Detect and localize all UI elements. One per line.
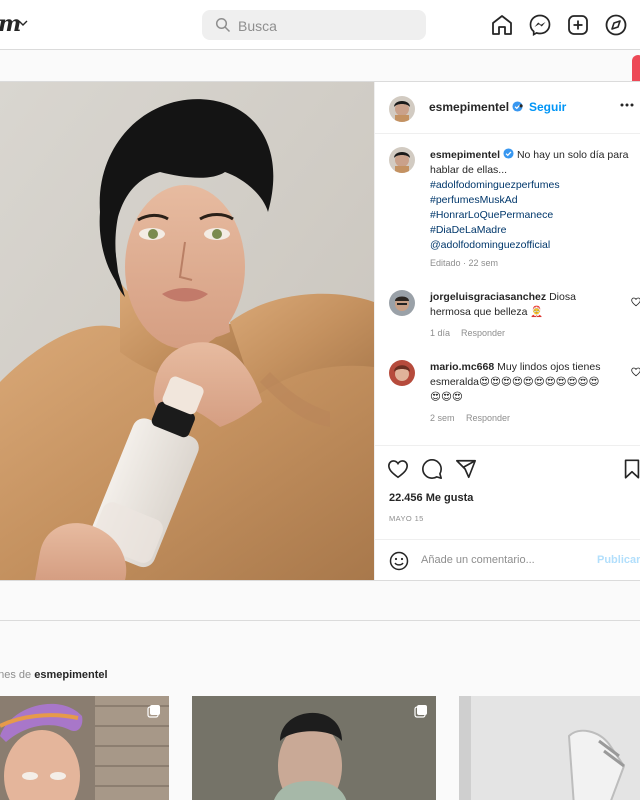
reply-button[interactable]: Responder: [461, 328, 505, 338]
multiple-photos-icon: [414, 705, 427, 718]
comment-icon[interactable]: [421, 458, 443, 480]
comment-username[interactable]: mario.mc668: [430, 361, 494, 373]
hashtag-link[interactable]: #HonrarLoQuePermanece: [430, 208, 635, 223]
caption-avatar[interactable]: [389, 147, 415, 173]
messenger-icon[interactable]: [528, 13, 552, 37]
post-caption: esmepimentel No hay un solo día para hab…: [430, 148, 635, 253]
search-input[interactable]: Busca: [202, 10, 426, 40]
author-username-text: esmepimentel: [429, 100, 510, 114]
comment-input[interactable]: Añade un comentario...: [421, 554, 535, 566]
instagram-post-page: m Busca esmepimentel • Seguir esmepiment…: [0, 0, 640, 800]
post-date: MAYO 15: [389, 514, 424, 523]
chevron-down-icon[interactable]: [17, 17, 29, 29]
like-comment-icon[interactable]: [631, 367, 640, 377]
more-post-thumbnail[interactable]: [0, 696, 169, 800]
add-comment-bar: Añade un comentario... Publicar: [375, 539, 640, 581]
caption-username[interactable]: esmepimentel: [430, 149, 500, 161]
comment-time: 2 sem: [430, 413, 455, 423]
search-placeholder: Busca: [238, 18, 277, 34]
share-icon[interactable]: [455, 458, 477, 480]
like-count[interactable]: 22.456 Me gusta: [389, 492, 473, 504]
top-navigation: m Busca: [0, 0, 640, 50]
post-sidebar: esmepimentel • Seguir esmepimentel No ha…: [374, 82, 640, 580]
post-card: esmepimentel • Seguir esmepimentel No ha…: [0, 81, 640, 581]
caption-meta: Editado · 22 sem: [430, 258, 499, 268]
commenter-avatar[interactable]: [389, 290, 415, 316]
separator-dot: •: [519, 99, 524, 113]
post-actions: 22.456 Me gusta MAYO 15 Añade un comenta…: [375, 445, 640, 580]
hashtag-link[interactable]: #DiaDeLaMadre: [430, 223, 635, 238]
follow-button[interactable]: Seguir: [529, 100, 566, 114]
author-avatar[interactable]: [389, 96, 415, 122]
explore-icon[interactable]: [604, 13, 628, 37]
home-icon[interactable]: [490, 13, 514, 37]
hashtag-link[interactable]: #adolfodominguezperfumes: [430, 178, 635, 193]
comment-time: 1 día: [430, 328, 451, 338]
publish-button[interactable]: Publicar: [597, 554, 640, 566]
search-icon: [215, 17, 231, 33]
more-posts-label: ones de esmepimentel: [0, 669, 108, 681]
more-post-thumbnail[interactable]: [459, 696, 640, 800]
comment-item: jorgeluisgraciasanchez Diosa hermosa que…: [430, 290, 610, 320]
post-header: esmepimentel • Seguir: [375, 82, 640, 134]
hashtag-link[interactable]: #perfumesMuskAd: [430, 193, 635, 208]
more-posts-prefix: ones de: [0, 669, 32, 681]
like-comment-icon[interactable]: [631, 297, 640, 307]
mention-link[interactable]: @adolfodominguezofficial: [430, 238, 635, 253]
save-icon[interactable]: [621, 458, 640, 480]
more-posts-username[interactable]: esmepimentel: [34, 669, 107, 681]
reply-button[interactable]: Responder: [466, 413, 510, 423]
commenter-avatar[interactable]: [389, 360, 415, 386]
comment-username[interactable]: jorgeluisgraciasanchez: [430, 291, 546, 303]
section-divider: [0, 620, 640, 621]
post-photo[interactable]: [0, 82, 374, 580]
author-username[interactable]: esmepimentel: [429, 100, 523, 114]
new-post-icon[interactable]: [566, 13, 590, 37]
like-icon[interactable]: [387, 458, 409, 480]
verified-badge-icon: [503, 148, 514, 159]
more-options-icon[interactable]: [619, 102, 635, 108]
more-post-thumbnail[interactable]: [192, 696, 436, 800]
multiple-photos-icon: [147, 705, 160, 718]
comment-item: mario.mc668 Muy lindos ojos tienes esmer…: [430, 360, 610, 405]
emoji-icon[interactable]: [389, 551, 409, 571]
